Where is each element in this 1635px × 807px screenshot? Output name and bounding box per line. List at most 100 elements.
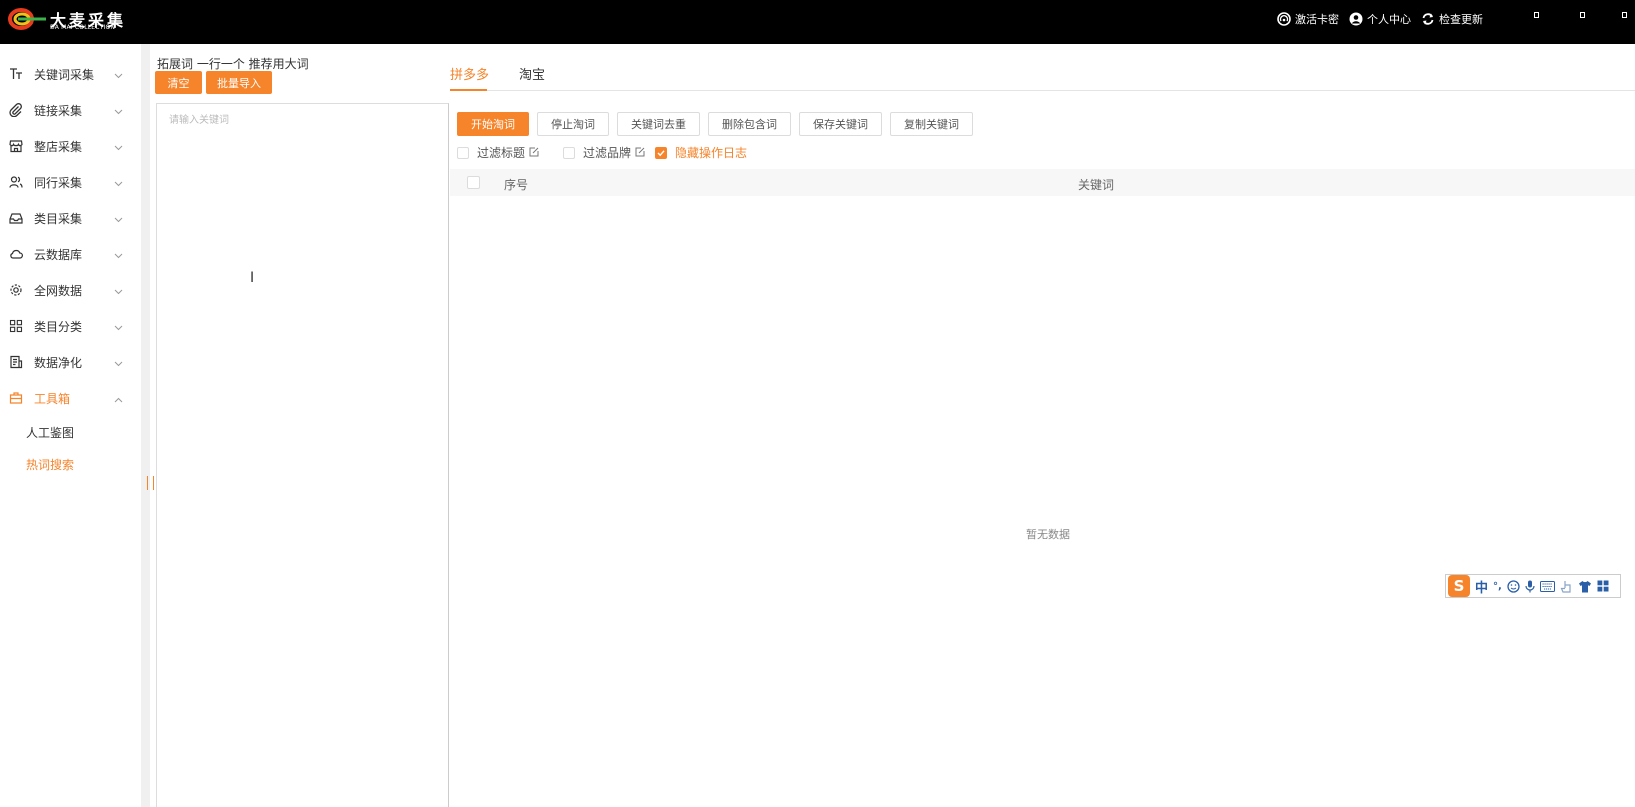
logo-icon	[8, 8, 46, 30]
grid-icon	[9, 319, 23, 333]
activate-card-label: 激活卡密	[1295, 13, 1339, 26]
activate-icon	[1277, 12, 1291, 26]
hide-log-checkbox[interactable]: 隐藏操作日志	[655, 144, 747, 161]
platform-tabs: 拼多多 淘宝	[450, 44, 1635, 91]
sidebar-subitem-hot-word-search[interactable]: 热词搜索	[0, 448, 141, 480]
ime-logo[interactable]: S	[1448, 575, 1470, 597]
keyword-input-panel: 拓展词 一行一个 推荐用大词 清空 批量导入	[150, 44, 449, 807]
chevron-down-icon	[114, 212, 123, 226]
gesture-icon[interactable]	[1560, 580, 1573, 593]
tab-active-indicator	[450, 89, 487, 91]
stop-search-button[interactable]: 停止淘词	[537, 112, 609, 136]
filter-brand-label: 过滤品牌	[583, 146, 632, 160]
edit-icon[interactable]	[529, 146, 539, 160]
chevron-down-icon	[114, 356, 123, 370]
empty-state-text: 暂无数据	[1026, 528, 1070, 541]
chevron-down-icon	[114, 284, 123, 298]
sidebar-item-label: 数据净化	[34, 355, 83, 370]
gear-icon	[9, 283, 23, 297]
ime-punctuation[interactable]: °,	[1493, 581, 1502, 592]
ime-mode[interactable]: 中	[1475, 577, 1488, 596]
toolbox-icon	[9, 391, 23, 405]
logo-subtitle: DA MAI COLLECTION	[50, 24, 116, 31]
column-header-index[interactable]: 序号	[504, 176, 528, 193]
action-toolbar: 开始淘词 停止淘词 关键词去重 删除包含词 保存关键词 复制关键词	[457, 112, 973, 136]
copy-keywords-button[interactable]: 复制关键词	[890, 112, 973, 136]
ime-toolbar[interactable]: S 中 °,	[1445, 574, 1621, 598]
sidebar-item-label: 链接采集	[34, 103, 83, 118]
tab-taobao[interactable]: 淘宝	[519, 64, 545, 83]
inbox-icon	[9, 211, 23, 225]
microphone-icon[interactable]	[1525, 580, 1535, 593]
user-center-label: 个人中心	[1367, 13, 1411, 26]
emoji-icon[interactable]	[1507, 579, 1520, 593]
sidebar-item-label: 工具箱	[34, 391, 71, 406]
top-bar: 大麦采集 DA MAI COLLECTION 激活卡密 个人中心 检查更新	[0, 0, 1635, 44]
sidebar-item-keyword-collect[interactable]: 关键词采集	[0, 56, 141, 92]
keyword-textarea[interactable]	[156, 103, 449, 807]
maximize-button[interactable]	[1580, 12, 1585, 18]
clear-button[interactable]: 清空	[155, 71, 202, 94]
filter-options: 过滤标题 过滤品牌 隐藏操作日志	[457, 144, 747, 161]
sidebar-item-link-collect[interactable]: 链接采集	[0, 92, 141, 128]
tab-pinduoduo[interactable]: 拼多多	[450, 64, 489, 83]
chevron-down-icon	[114, 320, 123, 334]
sidebar-item-label: 同行采集	[34, 175, 83, 190]
delete-contains-button[interactable]: 删除包含词	[708, 112, 791, 136]
filter-title-label: 过滤标题	[477, 146, 526, 160]
chevron-down-icon	[114, 176, 123, 190]
user-icon	[1349, 12, 1363, 26]
sidebar-item-cloud-database[interactable]: 云数据库	[0, 236, 141, 272]
sidebar: 关键词采集 链接采集 整店采集 同行采集 类目采集 云数据库 全网数据 类目分类…	[0, 44, 141, 807]
activate-card-button[interactable]: 激活卡密	[1277, 11, 1339, 27]
start-search-button[interactable]: 开始淘词	[457, 112, 529, 136]
sidebar-item-label: 类目分类	[34, 319, 83, 334]
text-size-icon	[9, 67, 23, 81]
sidebar-item-category-collect[interactable]: 类目采集	[0, 200, 141, 236]
document-icon	[9, 355, 23, 369]
chevron-down-icon	[114, 68, 123, 82]
sidebar-item-peer-collect[interactable]: 同行采集	[0, 164, 141, 200]
sidebar-item-store-collect[interactable]: 整店采集	[0, 128, 141, 164]
keyboard-icon[interactable]	[1539, 580, 1555, 592]
paperclip-icon	[9, 103, 23, 117]
sidebar-item-data-cleanup[interactable]: 数据净化	[0, 344, 141, 380]
refresh-icon	[1422, 13, 1434, 25]
select-all-checkbox[interactable]	[467, 176, 480, 189]
text-cursor-icon: I	[250, 270, 255, 286]
checkbox-box[interactable]	[457, 146, 469, 159]
expand-words-hint: 拓展词 一行一个 推荐用大词	[157, 57, 309, 71]
sidebar-item-label: 云数据库	[34, 247, 83, 262]
sidebar-item-all-network-data[interactable]: 全网数据	[0, 272, 141, 308]
chevron-up-icon	[114, 392, 123, 406]
toolbox-grid-icon[interactable]	[1597, 580, 1609, 592]
chevron-down-icon	[114, 140, 123, 154]
dedupe-keywords-button[interactable]: 关键词去重	[617, 112, 700, 136]
edit-icon[interactable]	[635, 146, 645, 160]
sidebar-subitem-manual-image-check[interactable]: 人工鉴图	[0, 416, 141, 448]
minimize-button[interactable]	[1534, 12, 1539, 18]
user-center-button[interactable]: 个人中心	[1349, 11, 1411, 27]
batch-import-button[interactable]: 批量导入	[206, 71, 272, 94]
column-header-keyword[interactable]: 关键词	[1078, 176, 1114, 193]
filter-brand-checkbox[interactable]: 过滤品牌	[563, 144, 645, 161]
filter-title-checkbox[interactable]: 过滤标题	[457, 144, 539, 161]
chevron-down-icon	[114, 248, 123, 262]
check-update-label: 检查更新	[1439, 13, 1483, 26]
users-icon	[9, 175, 23, 189]
app-window: 大麦采集 DA MAI COLLECTION 激活卡密 个人中心 检查更新 关键…	[0, 0, 1635, 807]
check-update-button[interactable]: 检查更新	[1421, 11, 1483, 27]
checkbox-box[interactable]	[655, 146, 668, 159]
sidebar-item-category-classify[interactable]: 类目分类	[0, 308, 141, 344]
sidebar-item-toolbox[interactable]: 工具箱	[0, 380, 141, 416]
cloud-icon	[9, 247, 23, 261]
chevron-down-icon	[114, 104, 123, 118]
close-button[interactable]	[1622, 12, 1627, 18]
top-actions: 激活卡密 个人中心 检查更新	[1277, 11, 1483, 27]
sidebar-item-label: 类目采集	[34, 211, 83, 226]
check-icon	[657, 149, 665, 156]
save-keywords-button[interactable]: 保存关键词	[799, 112, 882, 136]
skin-shirt-icon[interactable]	[1578, 580, 1592, 593]
checkbox-box[interactable]	[563, 146, 576, 159]
panel-divider	[141, 44, 150, 807]
